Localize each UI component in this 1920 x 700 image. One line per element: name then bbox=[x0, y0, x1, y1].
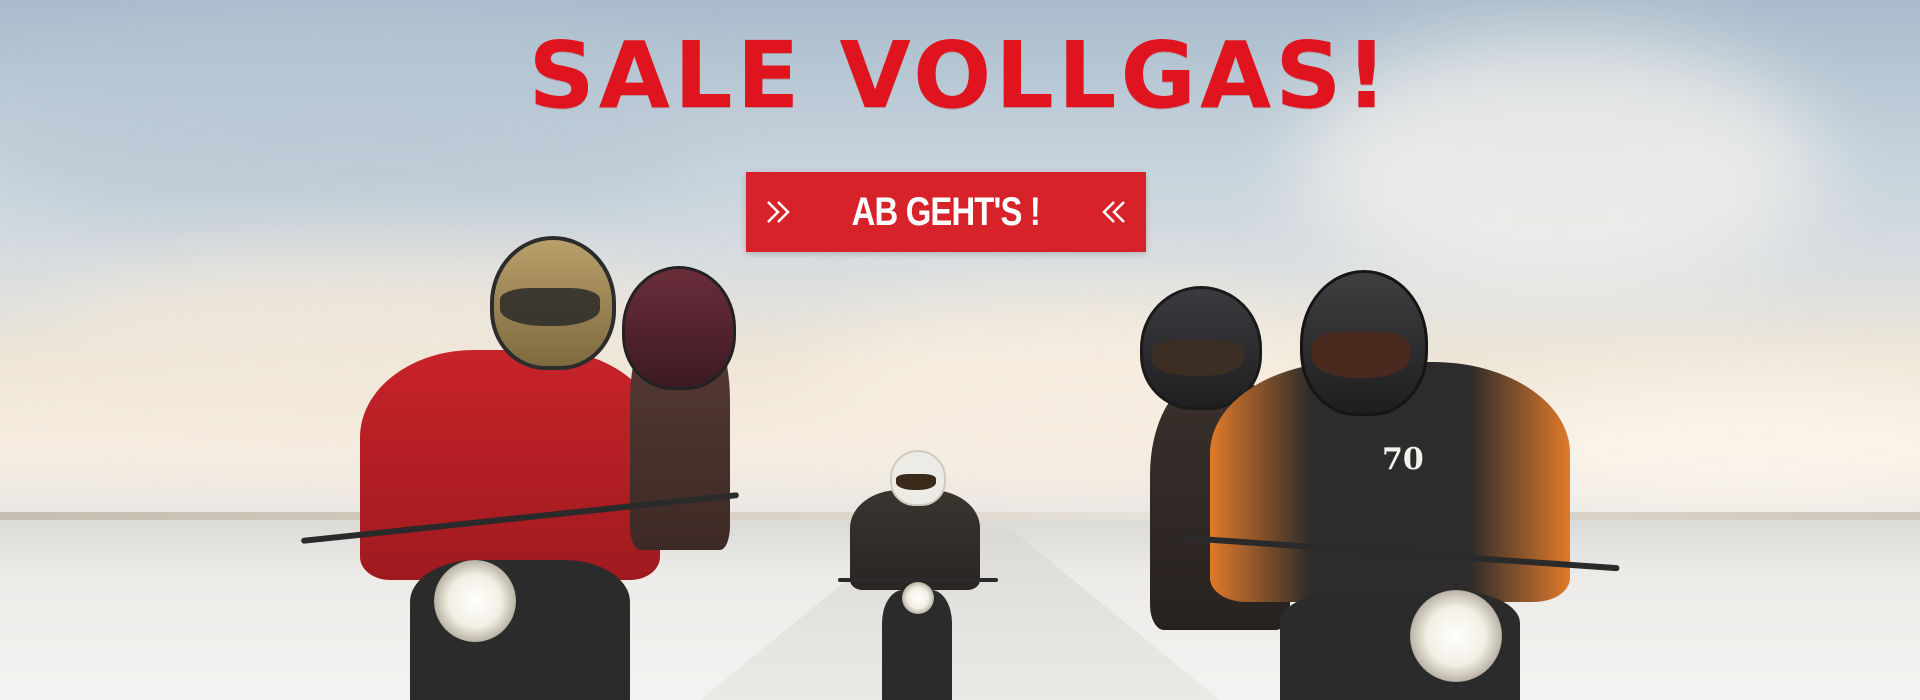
sale-headline: SALE VOLLGAS! bbox=[528, 22, 1392, 129]
cta-label: AB GEHT'S ! bbox=[851, 189, 1041, 234]
ab-gehts-button[interactable]: AB GEHT'S ! bbox=[746, 172, 1146, 252]
chevron-double-right-icon bbox=[767, 201, 790, 223]
rider-orange-jacket: 70 bbox=[1140, 270, 1640, 700]
jacket-number: 70 bbox=[1382, 442, 1424, 477]
sale-hero-banner[interactable]: 70 SALE VOLLGAS! AB GEHT'S ! bbox=[0, 0, 1920, 700]
chevron-double-left-icon bbox=[1102, 201, 1125, 223]
rider-center-distant bbox=[838, 450, 998, 700]
rider-red-jacket bbox=[300, 230, 760, 700]
